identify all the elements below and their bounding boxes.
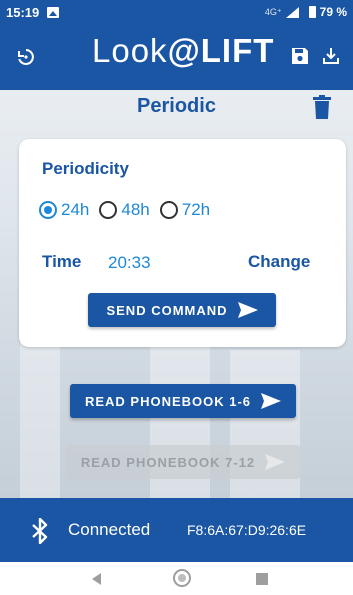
radio-48h[interactable]: 48h (99, 200, 150, 220)
periodic-card: Periodicity 24h 48h 72h Time 20:33 Chang… (19, 139, 346, 347)
radio-label: 24h (61, 200, 90, 219)
app-bar: Look@LIFT (0, 24, 353, 90)
signal-icon (285, 6, 299, 18)
android-nav-bar (0, 562, 353, 595)
trash-icon[interactable] (313, 95, 331, 119)
radio-24h[interactable]: 24h (39, 200, 89, 220)
nav-home-icon[interactable] (173, 569, 191, 587)
connection-footer: Connected F8:6A:67:D9:26:6E (0, 498, 353, 562)
periodicity-radio-group: 24h 48h 72h (39, 200, 220, 220)
change-time-button[interactable]: Change (248, 252, 310, 272)
logo-lift: LIFT (200, 32, 275, 69)
device-mac-address: F8:6A:67:D9:26:6E (187, 522, 307, 538)
image-notification-icon (47, 6, 60, 18)
back-refresh-icon[interactable] (14, 45, 38, 69)
send-arrow-icon (261, 393, 282, 409)
status-bar: 15:19 4G⁺ 79 % (0, 0, 353, 24)
send-command-label: SEND COMMAND (106, 302, 228, 318)
download-icon[interactable] (321, 46, 341, 66)
logo-look: Look (92, 32, 168, 69)
logo-at: @ (167, 32, 201, 69)
time-value: 20:33 (108, 253, 151, 272)
radio-72h[interactable]: 72h (159, 200, 211, 220)
connection-status: Connected (68, 520, 151, 539)
time-label: Time (42, 252, 82, 271)
battery-percent: 79 % (319, 5, 347, 19)
radio-button-icon (99, 201, 118, 219)
read-phonebook-7-12-label: READ PHONEBOOK 7-12 (80, 454, 256, 470)
radio-button-icon (39, 201, 57, 219)
radio-label: 72h (181, 200, 211, 219)
radio-label: 48h (121, 200, 150, 219)
periodicity-label: Periodicity (42, 159, 129, 178)
radio-button-icon (159, 201, 178, 219)
send-arrow-icon (265, 454, 286, 470)
app-logo: Look@LIFT (92, 32, 274, 70)
nav-back-icon[interactable] (92, 573, 101, 585)
bluetooth-icon (30, 517, 50, 545)
send-arrow-icon (237, 302, 258, 318)
network-type: 4G⁺ (264, 6, 282, 17)
send-command-button[interactable]: SEND COMMAND (88, 293, 276, 327)
save-icon[interactable] (291, 47, 309, 65)
status-right: 4G⁺ 79 % (265, 5, 347, 19)
nav-recent-apps-icon[interactable] (256, 573, 268, 585)
read-phonebook-7-12-button[interactable]: READ PHONEBOOK 7-12 (66, 445, 300, 479)
battery-icon (308, 6, 316, 18)
read-phonebook-1-6-label: READ PHONEBOOK 1-6 (84, 393, 252, 409)
read-phonebook-1-6-button[interactable]: READ PHONEBOOK 1-6 (70, 384, 296, 418)
status-time: 15:19 (6, 4, 40, 20)
page-title: Periodic (137, 95, 216, 117)
